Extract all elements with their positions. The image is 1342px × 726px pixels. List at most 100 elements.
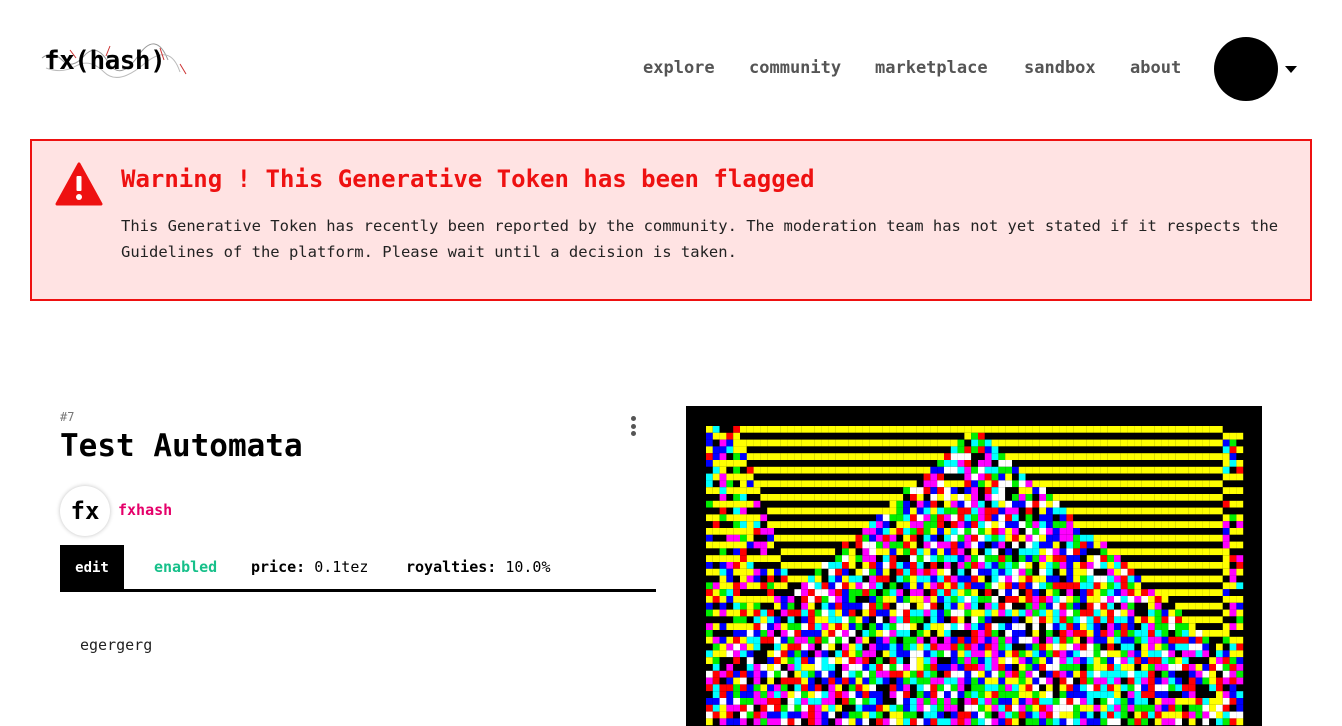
artwork-cell <box>1114 589 1121 596</box>
artwork-cell <box>828 691 836 698</box>
artwork-cell <box>1046 487 1053 494</box>
artwork-cell <box>848 466 856 474</box>
artwork-cell <box>1188 643 1196 651</box>
token-artwork-preview[interactable] <box>686 406 1262 726</box>
artwork-cell <box>1052 432 1060 440</box>
artwork-cell <box>1209 446 1216 454</box>
fxhash-logo[interactable]: fx(hash) <box>41 43 187 78</box>
artwork-cell <box>1107 562 1114 569</box>
artwork-cell <box>889 521 897 528</box>
artwork-cell <box>855 453 863 460</box>
artwork-cell <box>801 684 808 692</box>
chevron-down-icon[interactable] <box>1285 66 1297 73</box>
artwork-cell <box>760 636 768 644</box>
artwork-cell <box>1229 487 1237 494</box>
artwork-cell <box>842 473 849 481</box>
artwork-cell <box>1120 657 1128 664</box>
artwork-cell <box>1018 446 1026 454</box>
artwork-cell <box>1168 487 1176 494</box>
artwork-cell <box>991 555 999 562</box>
nav-marketplace[interactable]: marketplace <box>875 58 988 78</box>
artwork-cell <box>746 487 754 494</box>
artwork-cell <box>733 568 740 576</box>
artwork-cell <box>746 704 754 712</box>
artwork-cell <box>1032 596 1040 603</box>
artwork-cell <box>1052 541 1060 549</box>
artwork-cell <box>1066 432 1074 440</box>
artwork-cell <box>1195 616 1203 624</box>
artwork-cell <box>1073 507 1080 515</box>
artwork-cell <box>1086 507 1094 515</box>
artwork-cell <box>910 439 917 447</box>
artwork-cell <box>971 711 978 719</box>
artwork-cell <box>1120 453 1128 460</box>
nav-explore[interactable]: explore <box>643 58 715 78</box>
artwork-cell <box>1066 494 1074 501</box>
artwork-cell <box>944 555 951 562</box>
artwork-cell <box>848 704 856 712</box>
artwork-cell <box>1229 582 1237 590</box>
artwork-cell <box>1059 636 1067 644</box>
artwork-cell <box>964 466 972 474</box>
artwork-cell <box>1216 548 1223 556</box>
artwork-cell <box>1134 616 1142 624</box>
more-options-icon[interactable] <box>631 416 641 438</box>
artwork-cell <box>842 691 849 698</box>
artwork-cell <box>957 664 965 671</box>
artwork-cell <box>1107 426 1114 433</box>
artwork-cell <box>1182 677 1189 685</box>
artwork-cell <box>930 473 938 481</box>
artwork-cell <box>733 670 740 678</box>
artwork-cell <box>1222 704 1230 712</box>
artwork-cell <box>944 466 951 474</box>
author-name-link[interactable]: fxhash <box>118 501 172 519</box>
artwork-cell <box>835 548 842 556</box>
artwork-cell <box>876 677 883 685</box>
artwork-cell <box>1059 704 1067 712</box>
artwork-cell <box>1080 711 1087 719</box>
artwork-cell <box>882 466 890 474</box>
artwork-cell <box>1209 562 1216 569</box>
artwork-cell <box>1182 446 1189 454</box>
artwork-cell <box>1005 534 1012 542</box>
artwork-cell <box>1086 514 1094 522</box>
artwork-cell <box>1202 568 1210 576</box>
artwork-cell <box>1059 528 1067 535</box>
artwork-cell <box>1114 630 1121 637</box>
artwork-cell <box>1025 528 1033 535</box>
artwork-cell <box>1018 704 1026 712</box>
artwork-cell <box>937 602 944 610</box>
artwork-cell <box>1114 684 1121 692</box>
edit-button[interactable]: edit <box>60 545 124 591</box>
artwork-cell <box>876 582 883 590</box>
artwork-cell <box>1229 623 1237 630</box>
artwork-cell <box>712 555 720 562</box>
artwork-cell <box>1134 623 1142 630</box>
artwork-cell <box>876 609 883 617</box>
artwork-cell <box>869 718 876 726</box>
artwork-cell <box>1182 494 1189 501</box>
nav-community[interactable]: community <box>749 58 841 78</box>
user-avatar[interactable] <box>1214 37 1278 101</box>
artwork-cell <box>1222 664 1230 671</box>
artwork-cell <box>1222 575 1230 583</box>
artwork-cell <box>896 500 904 508</box>
artwork-cell <box>855 664 863 671</box>
artwork-cell <box>1052 575 1060 583</box>
artwork-cell <box>1222 446 1230 454</box>
artwork-cell <box>1127 446 1135 454</box>
artwork-cell <box>978 596 985 603</box>
artwork-cell <box>998 636 1006 644</box>
artwork-cell <box>1120 684 1128 692</box>
artwork-cell <box>950 684 958 692</box>
artwork-cell <box>903 521 910 528</box>
artwork-cell <box>1195 426 1203 433</box>
artwork-cell <box>1093 534 1101 542</box>
artwork-cell <box>787 562 795 569</box>
author-avatar[interactable]: fx <box>60 486 110 536</box>
artwork-cell <box>733 507 740 515</box>
nav-sandbox[interactable]: sandbox <box>1024 58 1096 78</box>
artwork-cell <box>821 684 829 692</box>
nav-about[interactable]: about <box>1130 58 1181 78</box>
artwork-cell <box>740 602 747 610</box>
